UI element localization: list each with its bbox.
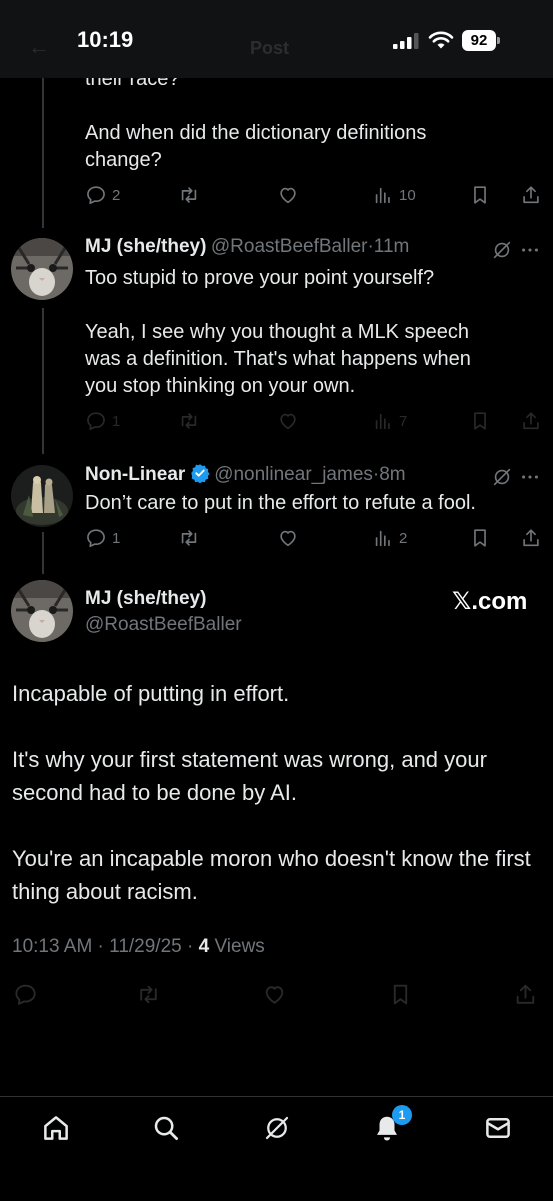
post-paragraph: It's why your first statement was wrong,… (12, 747, 487, 805)
back-arrow-icon[interactable]: ← (28, 34, 50, 60)
views-label: Views (209, 936, 265, 957)
share-icon[interactable] (513, 982, 538, 1007)
share-icon[interactable] (520, 410, 542, 432)
grok-icon[interactable] (491, 466, 513, 488)
thread-line (42, 532, 44, 574)
status-time: 10:19 (77, 27, 134, 52)
author-name[interactable]: MJ (she/they) (85, 588, 206, 610)
notification-badge: 1 (392, 1105, 412, 1125)
reply-count: 2 (112, 187, 121, 204)
reply-count: 1 (112, 530, 121, 547)
retweet-icon[interactable] (136, 982, 161, 1007)
author-name[interactable]: Non-Linear (85, 464, 185, 485)
reply-header: MJ (she/they) @RoastBeefBaller·11m (85, 236, 409, 258)
views-icon[interactable] (372, 184, 394, 206)
reply-text: Don’t care to put in the effort to refut… (85, 492, 476, 514)
bookmark-icon[interactable] (469, 410, 491, 432)
views-count: 10 (399, 187, 416, 204)
share-icon[interactable] (520, 527, 542, 549)
views-count: 2 (399, 530, 408, 547)
thread-line (42, 78, 44, 228)
post-timestamp: 10:13 AM · 11/29/25 · (12, 936, 199, 957)
reply-text: Too stupid to prove your point yourself?… (85, 267, 471, 397)
author-handle[interactable]: @RoastBeefBaller (211, 236, 368, 257)
reply-icon[interactable] (85, 184, 107, 206)
post-paragraph: Incapable of putting in effort. (12, 681, 290, 706)
avatar[interactable] (11, 580, 73, 642)
messages-icon[interactable] (483, 1113, 513, 1143)
share-icon[interactable] (520, 184, 542, 206)
retweet-icon[interactable] (178, 410, 200, 432)
post-paragraph: You're an incapable moron who doesn't kn… (12, 846, 531, 904)
bottom-tab-bar (0, 1096, 553, 1201)
views-icon[interactable] (372, 410, 394, 432)
reply-text: their race? And when did the dictionary … (85, 68, 427, 171)
battery-level: 92 (462, 30, 496, 51)
wifi-icon (428, 31, 454, 49)
header-title: Post (250, 38, 290, 58)
retweet-icon[interactable] (178, 184, 200, 206)
bookmark-icon[interactable] (469, 527, 491, 549)
thread-line (42, 308, 44, 454)
status-bar: ← Post 10:19 92 (0, 0, 553, 78)
author-handle[interactable]: @nonlinear_james (214, 464, 373, 485)
verified-badge-icon (190, 464, 210, 484)
avatar[interactable] (11, 238, 73, 300)
bookmark-icon[interactable] (469, 184, 491, 206)
views-count: 4 (198, 936, 210, 957)
author-handle[interactable]: @RoastBeefBaller (85, 614, 242, 636)
search-icon[interactable] (151, 1113, 181, 1143)
post-time: 11m (373, 236, 410, 257)
home-icon[interactable] (41, 1113, 71, 1143)
grok-icon[interactable] (262, 1113, 292, 1143)
like-icon[interactable] (277, 184, 299, 206)
more-icon[interactable] (519, 466, 541, 488)
like-icon[interactable] (262, 982, 287, 1007)
retweet-icon[interactable] (178, 527, 200, 549)
reply-icon[interactable] (85, 410, 107, 432)
avatar[interactable] (11, 465, 73, 527)
views-count: 7 (399, 413, 408, 430)
reply-count: 1 (112, 413, 121, 430)
author-name[interactable]: MJ (she/they) (85, 236, 206, 257)
signal-icon (393, 33, 419, 49)
reply-icon[interactable] (13, 982, 38, 1007)
like-icon[interactable] (277, 410, 299, 432)
grok-icon[interactable] (491, 239, 513, 261)
post-meta: 10:13 AM · 11/29/25 · 4 Views (12, 936, 265, 958)
bookmark-icon[interactable] (388, 982, 413, 1007)
reply-header: Non-Linear @nonlinear_james·8m (85, 463, 406, 486)
views-icon[interactable] (372, 527, 394, 549)
like-icon[interactable] (277, 527, 299, 549)
battery-tip (497, 37, 500, 44)
post-time: 8m (379, 464, 406, 485)
more-icon[interactable] (519, 239, 541, 261)
reply-icon[interactable] (85, 527, 107, 549)
xcom-watermark: 𝕏.com (452, 588, 528, 615)
